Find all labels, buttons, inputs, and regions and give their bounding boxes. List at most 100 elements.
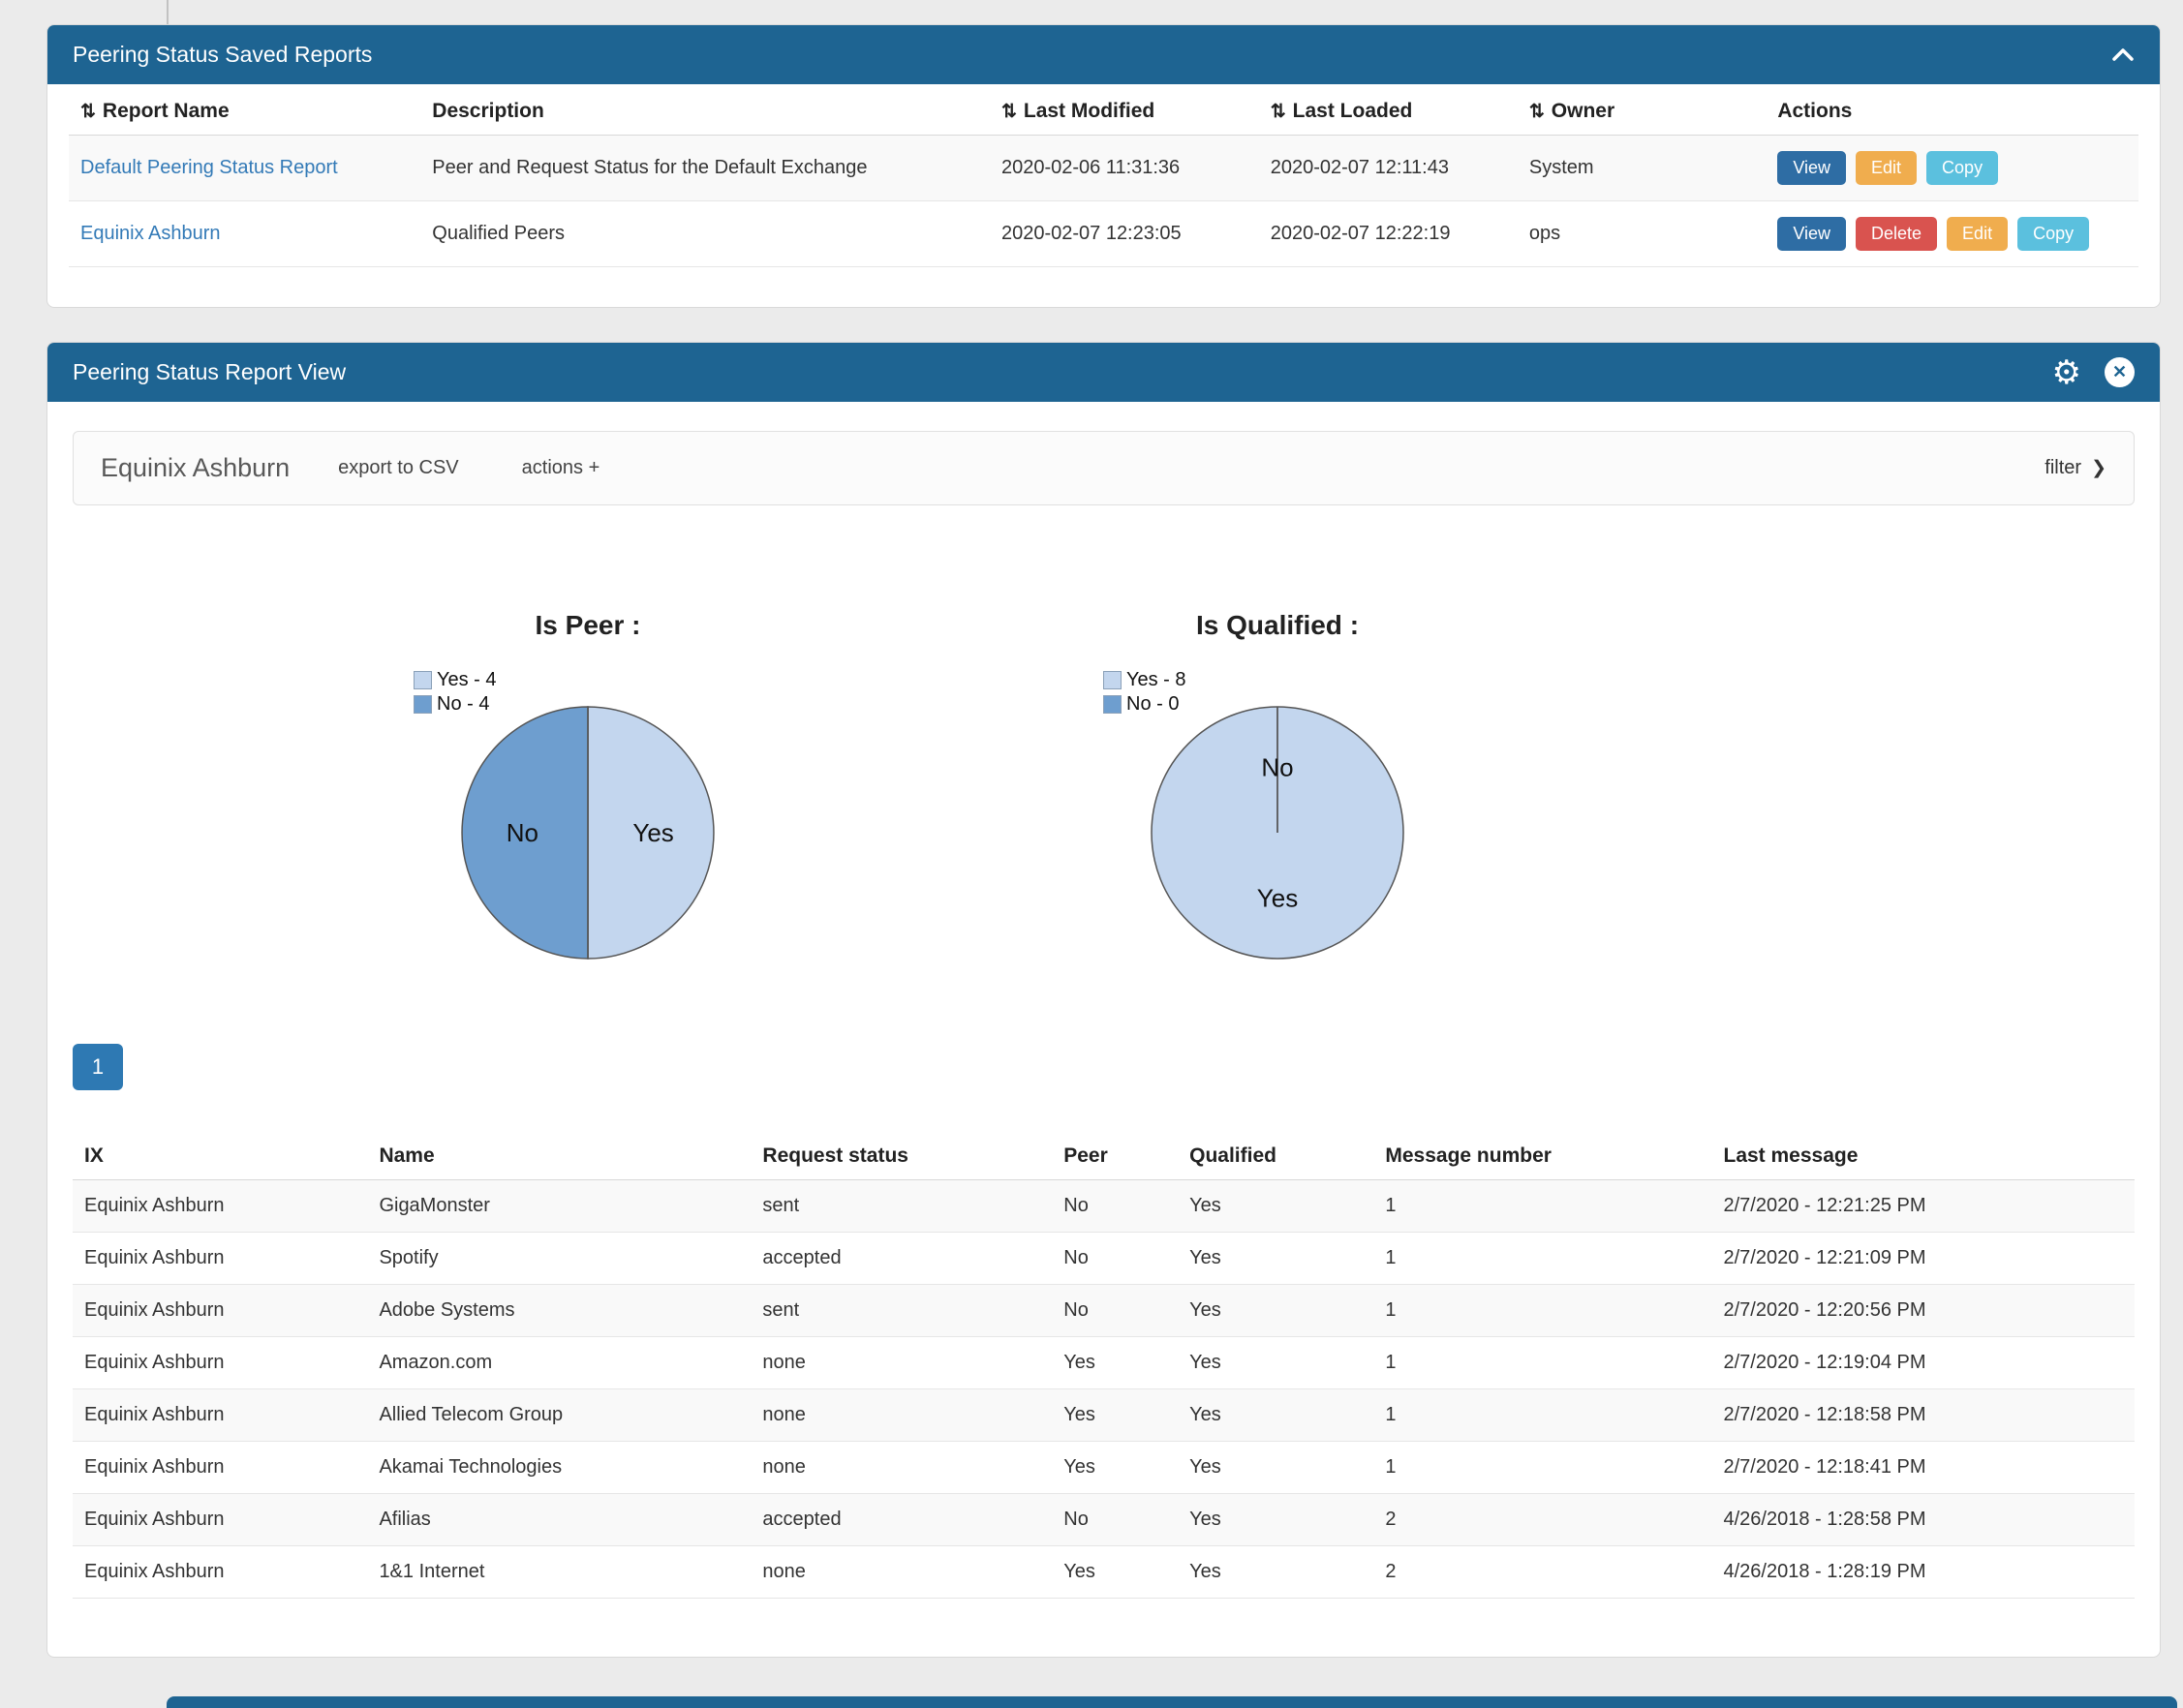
- pie-slice-label: No: [1261, 752, 1293, 781]
- name-cell: Afilias: [367, 1494, 751, 1546]
- edit-button[interactable]: Edit: [1947, 217, 2008, 251]
- request-status-cell: none: [751, 1546, 1052, 1599]
- qualified-cell: Yes: [1178, 1337, 1373, 1389]
- ix-cell: Equinix Ashburn: [73, 1337, 367, 1389]
- qualified-cell: Yes: [1178, 1442, 1373, 1494]
- saved-reports-body: ⇅Report NameDescription⇅Last Modified⇅La…: [47, 84, 2160, 287]
- copy-button[interactable]: Copy: [1926, 151, 1998, 185]
- last-message-cell: 2/7/2020 - 12:21:25 PM: [1712, 1180, 2136, 1233]
- results-table: IXNameRequest statusPeerQualifiedMessage…: [73, 1129, 2135, 1599]
- qualified-cell: Yes: [1178, 1494, 1373, 1546]
- report-name-link[interactable]: Default Peering Status Report: [80, 157, 338, 178]
- column-label: Last Modified: [1024, 100, 1154, 122]
- actions-menu-link[interactable]: actions +: [522, 457, 600, 479]
- peer-cell: No: [1052, 1180, 1178, 1233]
- report-view-panel: Peering Status Report View ⚙ ✕ Equinix A…: [46, 342, 2161, 1658]
- message-number-cell: 2: [1373, 1546, 1711, 1599]
- column-header-name: Name: [367, 1129, 751, 1180]
- request-status-cell: sent: [751, 1180, 1052, 1233]
- delete-button[interactable]: Delete: [1856, 217, 1937, 251]
- request-status-cell: none: [751, 1442, 1052, 1494]
- report-view-title: Peering Status Report View: [73, 359, 346, 385]
- sort-icon: ⇅: [1529, 102, 1545, 122]
- chart-title: Is Qualified :: [938, 610, 1616, 649]
- column-header-last-message: Last message: [1712, 1129, 2136, 1180]
- legend-item: No - 0: [1103, 692, 1186, 717]
- collapse-chevron-up-icon[interactable]: [2111, 47, 2135, 62]
- qualified-cell: Yes: [1178, 1180, 1373, 1233]
- message-number-cell: 1: [1373, 1389, 1711, 1442]
- sort-icon: ⇅: [1001, 102, 1017, 122]
- name-cell: Adobe Systems: [367, 1285, 751, 1337]
- pie-slice-label: Yes: [632, 818, 673, 847]
- view-button[interactable]: View: [1777, 151, 1846, 185]
- result-row: Equinix AshburnAkamai TechnologiesnoneYe…: [73, 1442, 2135, 1494]
- peer-cell: No: [1052, 1285, 1178, 1337]
- pie-wrap: Yes No: [249, 701, 927, 964]
- report-name-cell: Default Peering Status Report: [69, 136, 420, 201]
- column-label: Actions: [1777, 100, 1852, 122]
- request-status-cell: accepted: [751, 1494, 1052, 1546]
- report-name-heading: Equinix Ashburn: [101, 453, 290, 483]
- last-message-cell: 4/26/2018 - 1:28:19 PM: [1712, 1546, 2136, 1599]
- actions-cell: View Edit Copy: [1766, 136, 2138, 201]
- view-button[interactable]: View: [1777, 217, 1846, 251]
- left-border-artifact: [167, 0, 169, 25]
- saved-reports-title: Peering Status Saved Reports: [73, 42, 372, 68]
- result-row: Equinix AshburnGigaMonstersentNoYes12/7/…: [73, 1180, 2135, 1233]
- legend-label: Yes - 4: [437, 669, 497, 691]
- qualified-cell: Yes: [1178, 1285, 1373, 1337]
- report-toolbar: Equinix Ashburn export to CSV actions + …: [73, 431, 2135, 505]
- chart-title: Is Peer :: [249, 610, 927, 649]
- settings-gear-icon[interactable]: ⚙: [2052, 356, 2081, 389]
- message-number-cell: 1: [1373, 1442, 1711, 1494]
- sort-icon: ⇅: [80, 102, 96, 122]
- pie-chart-is-peer: Is Peer : Yes - 4No - 4 Yes No: [249, 610, 927, 964]
- name-cell: Allied Telecom Group: [367, 1389, 751, 1442]
- qualified-cell: Yes: [1178, 1546, 1373, 1599]
- ix-cell: Equinix Ashburn: [73, 1285, 367, 1337]
- copy-button[interactable]: Copy: [2017, 217, 2089, 251]
- message-number-cell: 1: [1373, 1180, 1711, 1233]
- results-header-row: IXNameRequest statusPeerQualifiedMessage…: [73, 1129, 2135, 1180]
- results-rows: Equinix AshburnGigaMonstersentNoYes12/7/…: [73, 1180, 2135, 1599]
- pie-chart-is-qualified: Is Qualified :Yes - 8No - 0YesNo: [938, 610, 1616, 964]
- column-header-owner[interactable]: ⇅Owner: [1518, 84, 1766, 136]
- qualified-cell: Yes: [1178, 1389, 1373, 1442]
- column-header-ix: IX: [73, 1129, 367, 1180]
- saved-reports-header-row: ⇅Report NameDescription⇅Last Modified⇅La…: [69, 84, 2138, 136]
- name-cell: 1&1 Internet: [367, 1546, 751, 1599]
- last-message-cell: 2/7/2020 - 12:18:58 PM: [1712, 1389, 2136, 1442]
- page-1-button[interactable]: 1: [73, 1044, 123, 1090]
- last-message-cell: 2/7/2020 - 12:20:56 PM: [1712, 1285, 2136, 1337]
- legend-item: No - 4: [414, 692, 497, 717]
- peer-cell: Yes: [1052, 1337, 1178, 1389]
- name-cell: Spotify: [367, 1233, 751, 1285]
- report-name-cell: Equinix Ashburn: [69, 201, 420, 267]
- result-row: Equinix AshburnAmazon.comnoneYesYes12/7/…: [73, 1337, 2135, 1389]
- legend-swatch: [1103, 695, 1122, 714]
- last-modified-cell: 2020-02-06 11:31:36: [990, 136, 1259, 201]
- column-header-report-name[interactable]: ⇅ Report Name: [69, 84, 420, 136]
- column-header-last-loaded[interactable]: ⇅Last Loaded: [1259, 84, 1518, 136]
- filter-toggle[interactable]: filter ❯: [2045, 457, 2106, 479]
- edit-button[interactable]: Edit: [1856, 151, 1917, 185]
- saved-reports-panel: Peering Status Saved Reports ⇅ Report Nam…: [46, 24, 2161, 308]
- column-label: Report Name: [103, 100, 230, 122]
- last-loaded-cell: 2020-02-07 12:11:43: [1259, 136, 1518, 201]
- column-header-request-status: Request status: [751, 1129, 1052, 1180]
- pie-svg: Yes No: [1146, 701, 1409, 964]
- export-csv-link[interactable]: export to CSV: [338, 457, 459, 479]
- actions-cell: View Delete Edit Copy: [1766, 201, 2138, 267]
- pie-slice-label: No: [507, 818, 538, 847]
- close-icon[interactable]: ✕: [2105, 357, 2135, 387]
- legend-label: No - 4: [437, 693, 489, 716]
- column-header-peer: Peer: [1052, 1129, 1178, 1180]
- request-status-cell: accepted: [751, 1233, 1052, 1285]
- peer-cell: Yes: [1052, 1389, 1178, 1442]
- column-header-last-modified[interactable]: ⇅ Last Modified: [990, 84, 1259, 136]
- ix-cell: Equinix Ashburn: [73, 1389, 367, 1442]
- report-name-link[interactable]: Equinix Ashburn: [80, 223, 221, 244]
- legend-swatch: [414, 671, 432, 689]
- pie-slice-label: Yes: [1257, 884, 1298, 913]
